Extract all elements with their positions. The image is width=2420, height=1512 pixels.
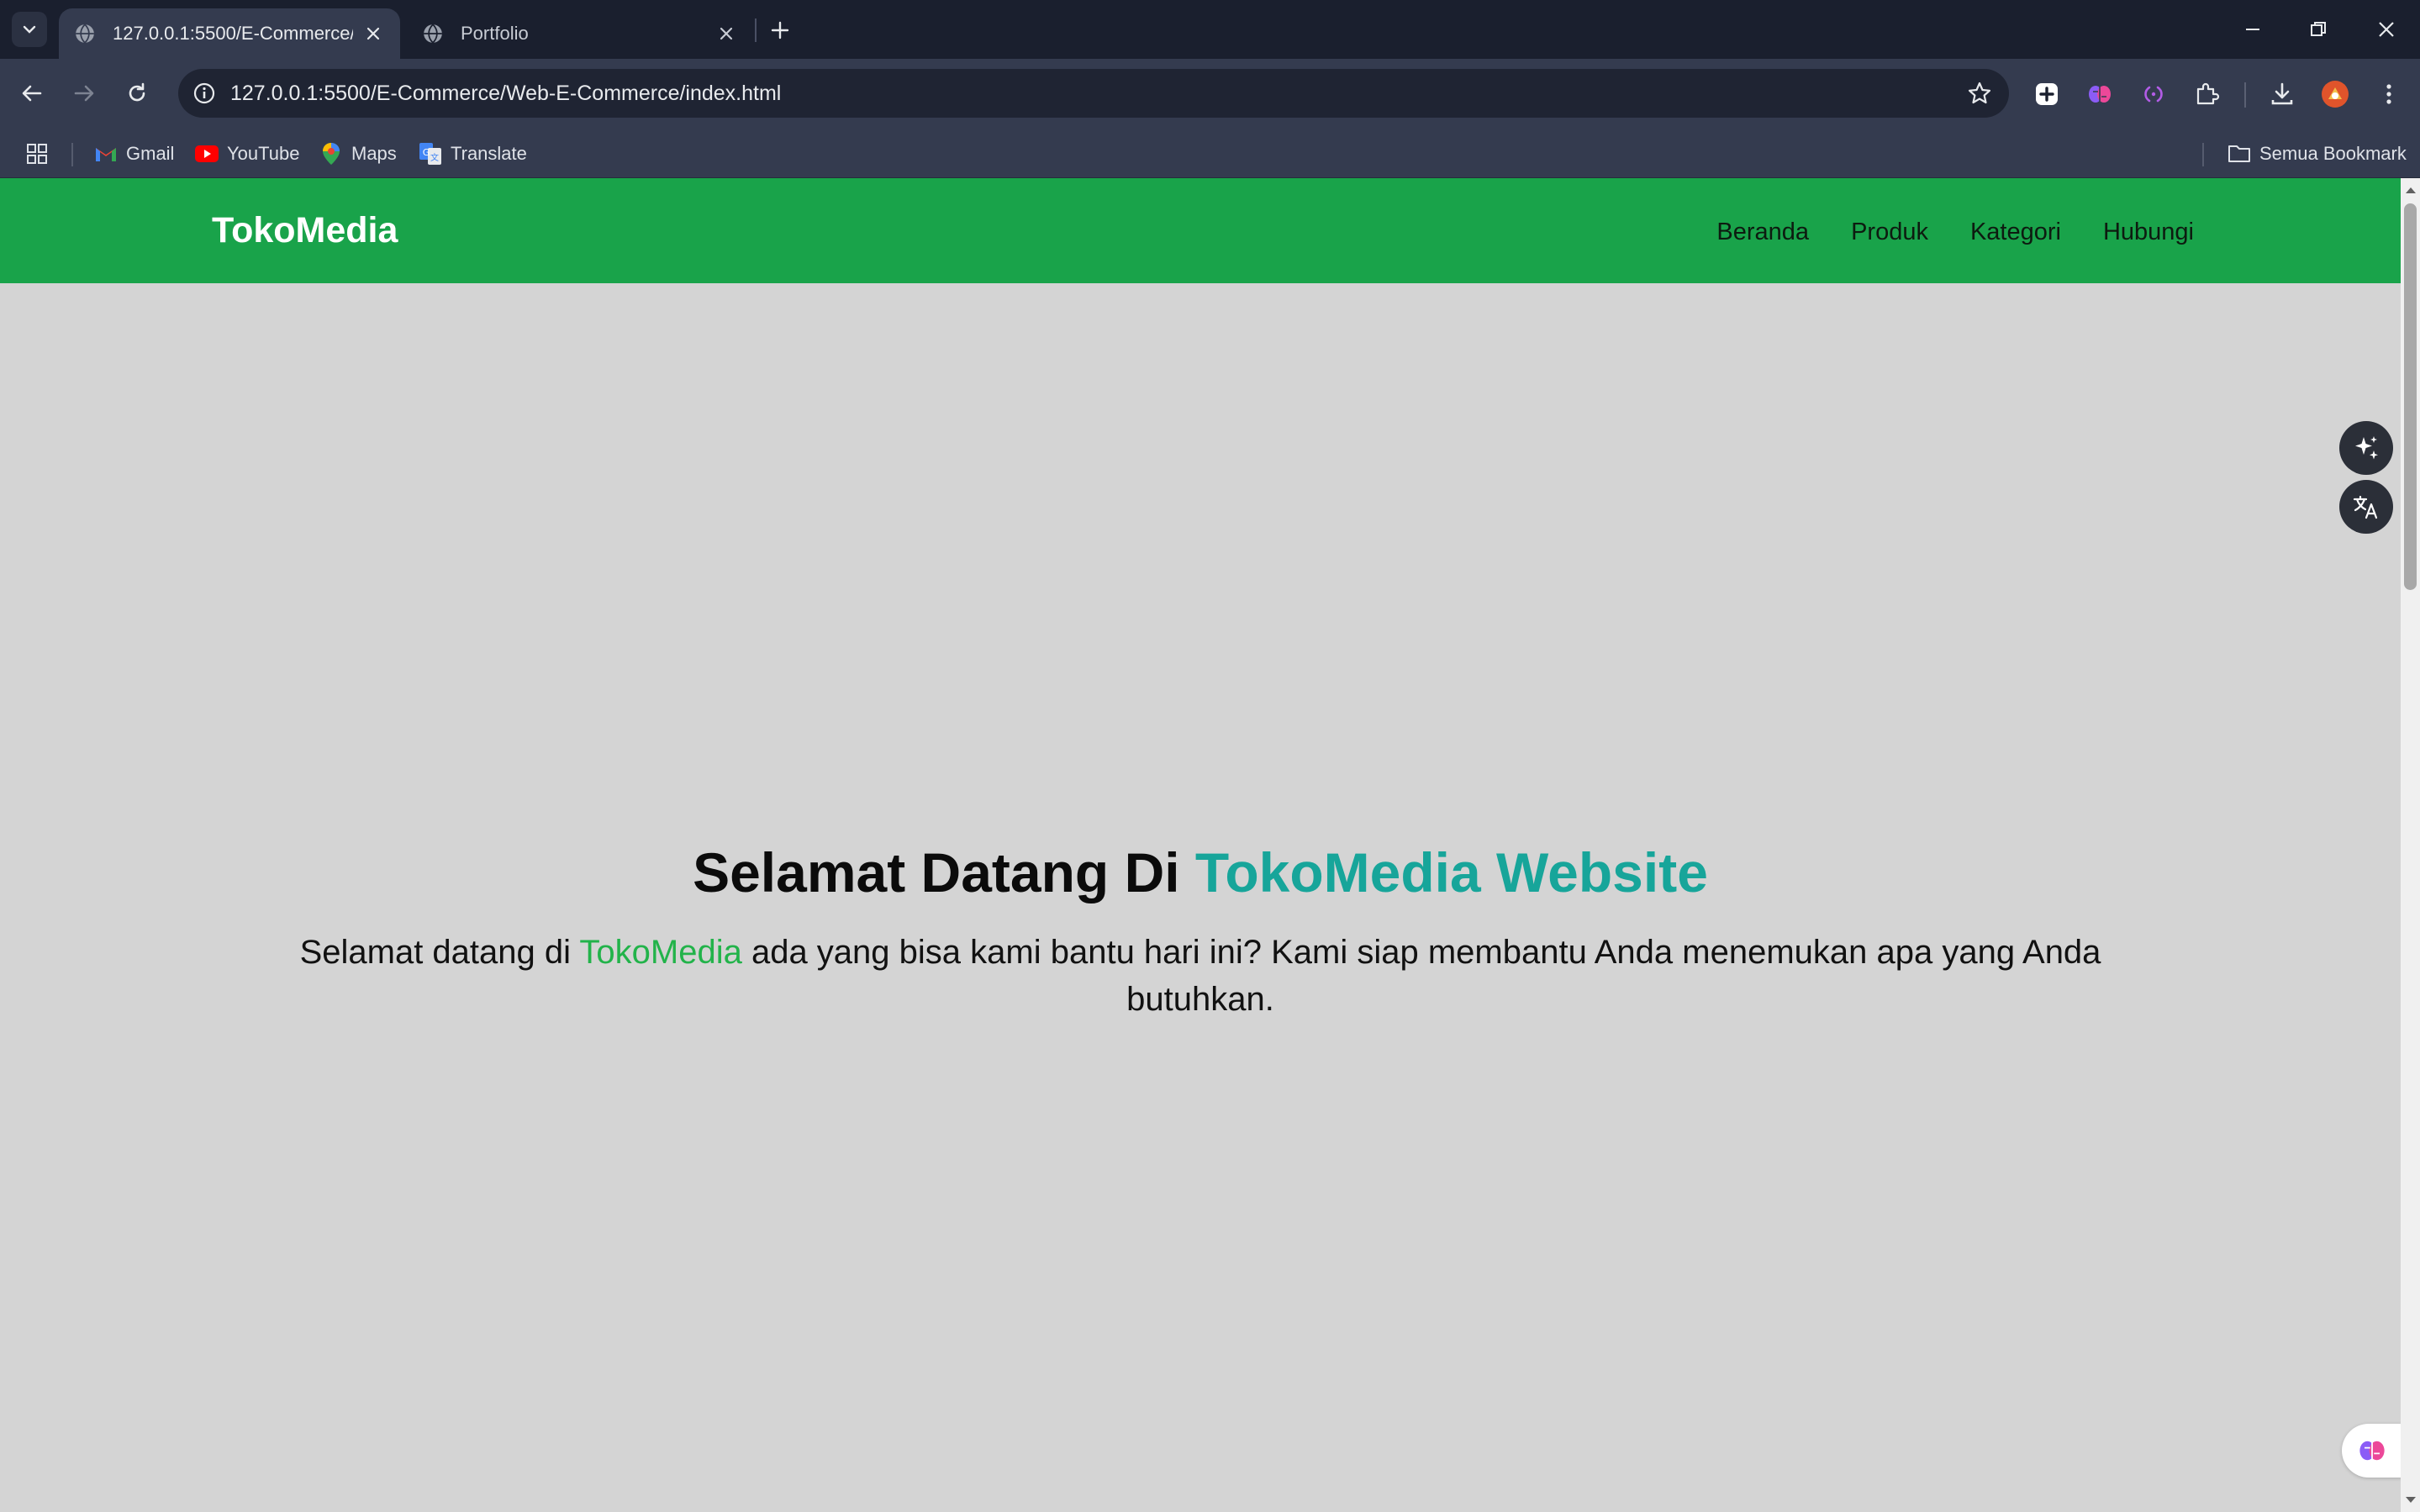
bookmarks-bar: Gmail YouTube Maps G文 Translate Semua Bo… — [0, 129, 2420, 178]
arrow-left-icon — [22, 85, 42, 102]
restore-button[interactable] — [2297, 10, 2339, 49]
svg-text:G: G — [423, 147, 430, 158]
nav-link-kategori[interactable]: Kategori — [1970, 219, 2061, 246]
youtube-icon — [195, 142, 219, 166]
hero-description: Selamat datang di TokoMedia ada yang bis… — [286, 929, 2115, 1023]
plus-icon — [771, 21, 789, 40]
url-text[interactable]: 127.0.0.1:5500/E-Commerce/Web-E-Commerce… — [230, 82, 781, 106]
close-icon — [366, 27, 380, 40]
bookmark-label: Translate — [451, 143, 527, 164]
close-icon — [720, 27, 733, 40]
scroll-up-arrow-icon[interactable] — [2402, 182, 2418, 198]
tab-search-button[interactable] — [12, 12, 47, 47]
nav-link-produk[interactable]: Produk — [1851, 219, 1928, 246]
site-info-icon[interactable] — [190, 79, 219, 108]
hero-title-prefix: Selamat Datang Di — [693, 841, 1195, 904]
profile-avatar[interactable] — [2317, 76, 2354, 113]
tab-portfolio[interactable]: Portfolio — [407, 8, 753, 59]
all-bookmarks-label: Semua Bookmark — [2259, 143, 2407, 164]
hero-title: Selamat Datang Di TokoMedia Website — [0, 840, 2401, 904]
browser-toolbar: 127.0.0.1:5500/E-Commerce/Web-E-Commerce… — [0, 59, 2420, 129]
bookmark-label: YouTube — [227, 143, 300, 164]
site-logo[interactable]: TokoMedia — [212, 210, 398, 251]
close-window-button[interactable] — [2365, 10, 2407, 49]
brain-floating-button[interactable] — [2342, 1424, 2401, 1478]
close-tab-button[interactable] — [361, 22, 385, 45]
all-bookmarks-button[interactable]: Semua Bookmark — [2228, 140, 2407, 168]
scroll-thumb[interactable] — [2404, 203, 2417, 590]
hero-text-highlight: TokoMedia — [579, 934, 742, 971]
extension-plus-icon[interactable] — [2028, 76, 2065, 113]
code-extension-icon[interactable] — [2135, 76, 2172, 113]
page-translate-button[interactable] — [2339, 480, 2393, 534]
gmail-icon — [94, 142, 118, 166]
minimize-icon — [2246, 29, 2259, 30]
hero-title-highlight: TokoMedia Website — [1194, 841, 1708, 904]
bookmarks-separator — [71, 143, 73, 166]
restore-icon — [2311, 22, 2326, 36]
apps-button[interactable] — [25, 140, 49, 168]
ai-assistant-button[interactable] — [2339, 421, 2393, 475]
nav-link-beranda[interactable]: Beranda — [1716, 219, 1809, 246]
folder-icon — [2228, 142, 2251, 166]
tab-active[interactable]: 127.0.0.1:5500/E-Commerce/Web-E-Commerce… — [59, 8, 400, 59]
kebab-menu-icon[interactable] — [2370, 76, 2407, 113]
translate-icon — [2353, 495, 2378, 519]
bookmark-star-icon[interactable] — [1965, 79, 1994, 108]
site-menu: Beranda Produk Kategori Hubungi — [1716, 219, 2194, 246]
minimize-button[interactable] — [2232, 10, 2274, 49]
svg-text:文: 文 — [430, 152, 439, 163]
bookmark-gmail[interactable]: Gmail — [94, 140, 174, 168]
bookmark-label: Maps — [351, 143, 397, 164]
forward-button[interactable] — [65, 74, 103, 113]
nav-link-hubungi[interactable]: Hubungi — [2103, 219, 2194, 246]
hero-text-prefix: Selamat datang di — [299, 934, 580, 971]
page-scrollbar[interactable] — [2401, 178, 2420, 1512]
hero-text-suffix: ada yang bisa kami bantu hari ini? Kami … — [741, 934, 2101, 1018]
site-navbar: TokoMedia Beranda Produk Kategori Hubung… — [0, 178, 2401, 283]
tab-title: Portfolio — [461, 23, 529, 44]
reload-icon — [129, 82, 145, 102]
arrow-right-icon — [74, 85, 94, 102]
bookmark-label: Gmail — [126, 143, 175, 164]
tab-title: 127.0.0.1:5500/E-Commerce/Web-E-Commerce… — [113, 23, 353, 44]
page-viewport: TokoMedia Beranda Produk Kategori Hubung… — [0, 178, 2401, 1512]
chevron-down-icon — [23, 25, 36, 34]
close-tab-button[interactable] — [714, 22, 738, 45]
close-icon — [2379, 22, 2394, 37]
bookmarks-separator — [2202, 143, 2204, 166]
tab-separator — [755, 18, 757, 42]
back-button[interactable] — [13, 74, 51, 113]
sparkle-icon — [2355, 436, 2378, 460]
globe-icon — [424, 24, 442, 44]
reload-button[interactable] — [118, 74, 156, 113]
new-tab-button[interactable] — [763, 13, 797, 47]
download-icon[interactable] — [2264, 76, 2301, 113]
browser-tab-strip: 127.0.0.1:5500/E-Commerce/Web-E-Commerce… — [0, 0, 2420, 59]
bookmark-youtube[interactable]: YouTube — [195, 140, 299, 168]
brain-icon — [2359, 1441, 2385, 1461]
globe-icon — [76, 24, 94, 44]
puzzle-extensions-icon[interactable] — [2188, 76, 2225, 113]
maps-icon — [319, 142, 343, 166]
apps-grid-icon — [27, 144, 47, 164]
bookmark-translate[interactable]: G文 Translate — [419, 140, 527, 168]
toolbar-separator — [2244, 82, 2246, 108]
address-bar[interactable]: 127.0.0.1:5500/E-Commerce/Web-E-Commerce… — [178, 69, 2009, 118]
bookmark-maps[interactable]: Maps — [319, 140, 397, 168]
translate-icon: G文 — [419, 142, 442, 166]
brain-extension-icon[interactable] — [2081, 76, 2118, 113]
scroll-down-arrow-icon[interactable] — [2402, 1492, 2418, 1509]
